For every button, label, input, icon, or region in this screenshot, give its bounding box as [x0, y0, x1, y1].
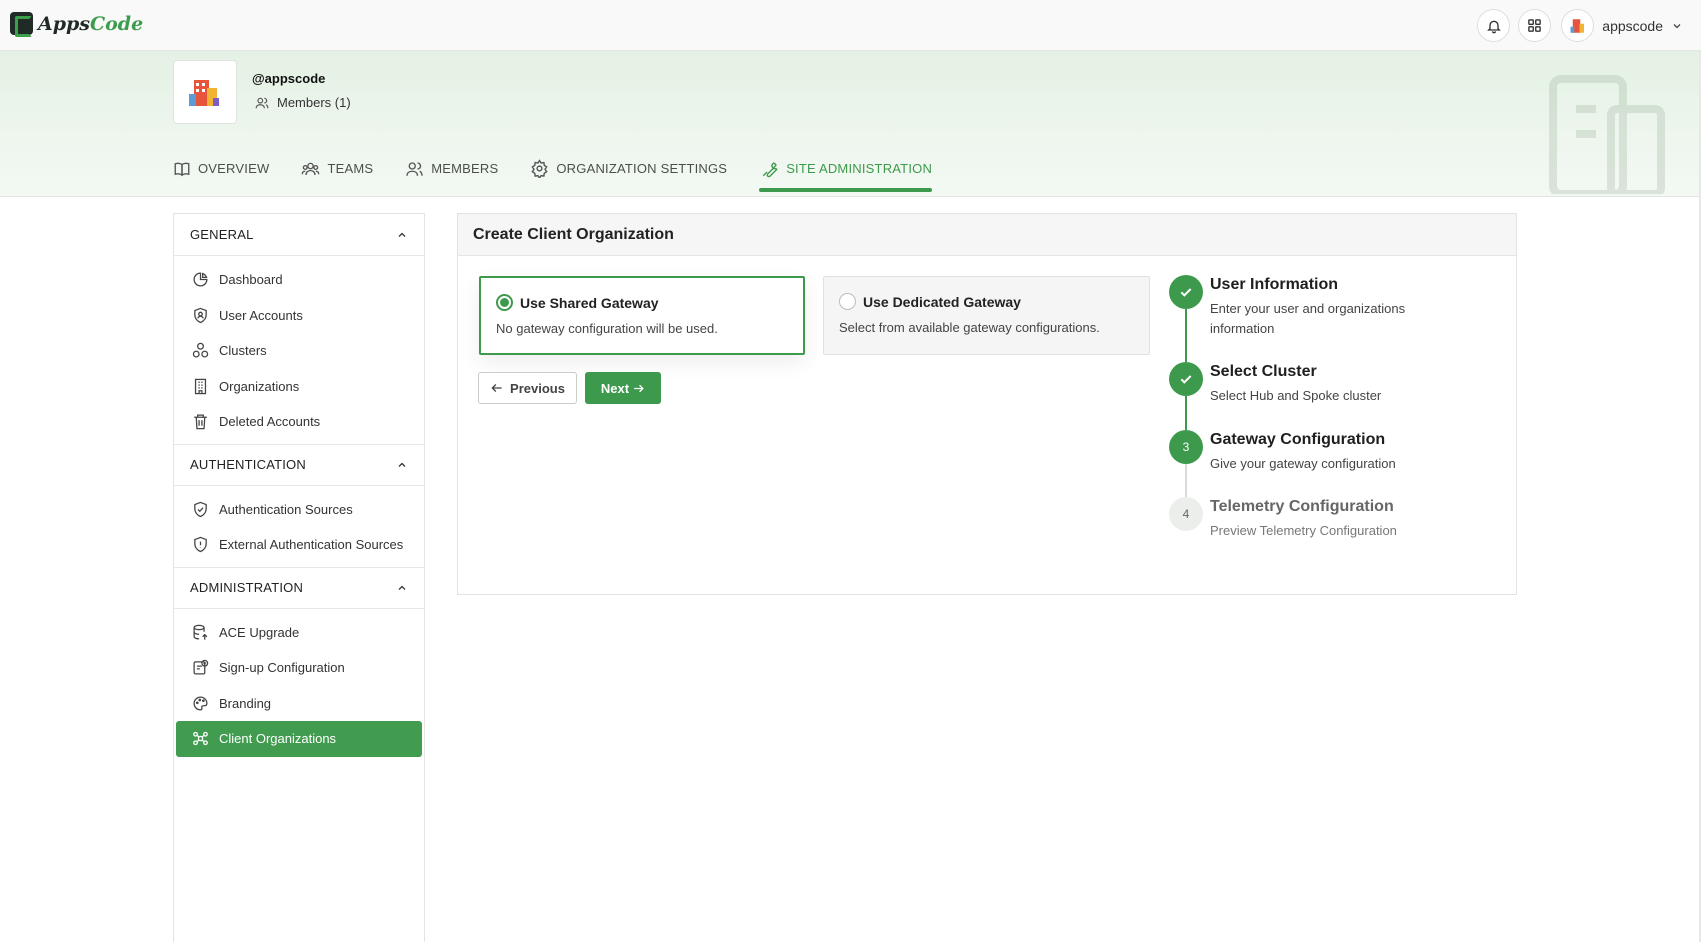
building-icon: [194, 378, 207, 394]
arrow-left-icon: [491, 384, 502, 392]
tab-teams[interactable]: TEAMS: [301, 145, 405, 192]
sidebar-item-deleted-accounts[interactable]: Deleted Accounts: [176, 404, 422, 440]
step-title: Telemetry Configuration: [1210, 498, 1394, 515]
clusters-icon: [192, 343, 209, 358]
user-name: appscode: [1602, 17, 1663, 34]
next-button[interactable]: Next: [585, 372, 661, 404]
step-title: Select Cluster: [1210, 363, 1317, 380]
step-done-dot: [1169, 362, 1203, 396]
user-menu[interactable]: appscode: [1561, 9, 1683, 42]
sidebar-item-branding[interactable]: Branding: [176, 686, 422, 722]
sidebar-item-sign-up-configuration[interactable]: Sign-up Configuration: [176, 650, 422, 686]
client-org-icon: [193, 732, 208, 746]
org-handle: @appscode: [252, 71, 326, 86]
create-client-org-card: Create Client Organization Use Shared Ga…: [457, 213, 1517, 595]
step-current-dot: 3: [1169, 430, 1203, 464]
org-avatar: [173, 60, 237, 124]
sidebar-item-organizations[interactable]: Organizations: [176, 369, 422, 405]
step-subtitle: Enter your user and organizations inform…: [1210, 301, 1406, 336]
previous-button[interactable]: Previous: [478, 372, 577, 404]
user-shield-icon: [194, 307, 207, 324]
check-icon: [1180, 288, 1192, 297]
step-gateway-configuration: 3 Gateway Configuration Give your gatewa…: [1169, 430, 1499, 497]
dedicated-gateway-desc: Select from available gateway configurat…: [839, 320, 1100, 335]
shield-check-icon: [194, 501, 207, 518]
step-pending-dot: 4: [1169, 497, 1203, 531]
step-title: User Information: [1210, 276, 1339, 293]
section-authentication-header[interactable]: AUTHENTICATION: [174, 443, 424, 486]
palette-icon: [193, 696, 208, 711]
tab-overview[interactable]: OVERVIEW: [173, 145, 301, 192]
step-subtitle: Preview Telemetry Configuration: [1210, 523, 1397, 538]
check-icon: [1180, 375, 1192, 384]
members-icon: [255, 97, 269, 108]
apps-grid-button[interactable]: [1518, 9, 1552, 42]
chevron-down-icon: [1673, 23, 1681, 28]
book-icon: [174, 162, 190, 176]
chevron-up-icon: [398, 585, 406, 590]
step-subtitle: Give your gateway configuration: [1210, 456, 1396, 471]
section-administration-header[interactable]: ADMINISTRATION: [174, 566, 424, 609]
step-telemetry-configuration: 4 Telemetry Configuration Preview Teleme…: [1169, 497, 1499, 565]
sidebar-item-external-authentication-sources[interactable]: External Authentication Sources: [176, 527, 422, 563]
shared-gateway-radio[interactable]: [496, 294, 513, 311]
building-avatar-icon: [1570, 18, 1584, 33]
step-subtitle: Select Hub and Spoke cluster: [1210, 388, 1382, 403]
step-user-information: User Information Enter your user and org…: [1169, 275, 1499, 362]
sidebar-item-ace-upgrade[interactable]: ACE Upgrade: [176, 615, 422, 651]
dedicated-gateway-option[interactable]: Use Dedicated Gateway Select from availa…: [823, 276, 1150, 355]
admin-sidebar: GENERAL Dashboard User Accounts Clusters…: [173, 213, 425, 942]
building-watermark-icon: [1549, 75, 1665, 194]
shared-gateway-option[interactable]: Use Shared Gateway No gateway configurat…: [479, 276, 805, 355]
tab-organization-settings[interactable]: ORGANIZATION SETTINGS: [530, 145, 759, 192]
top-bar: AppsCode appscode: [0, 0, 1701, 51]
org-members-link[interactable]: Members (1): [255, 95, 351, 110]
step-select-cluster: Select Cluster Select Hub and Spoke clus…: [1169, 362, 1499, 430]
trash-icon: [194, 414, 207, 430]
users-icon: [302, 162, 320, 175]
section-general-header[interactable]: GENERAL: [174, 214, 424, 256]
members-count: Members (1): [277, 95, 351, 110]
card-title: Create Client Organization: [458, 214, 1516, 256]
chevron-up-icon: [398, 232, 406, 237]
user-group-icon: [406, 161, 423, 176]
dedicated-gateway-title: Use Dedicated Gateway: [863, 293, 1021, 310]
org-header: @appscode Members (1) OVERVIEW TEAMS MEM…: [0, 51, 1701, 197]
sidebar-item-dashboard[interactable]: Dashboard: [176, 262, 422, 298]
org-tabs: OVERVIEW TEAMS MEMBERS ORGANIZATION SETT…: [173, 145, 932, 196]
gear-icon: [531, 159, 548, 178]
step-title: Gateway Configuration: [1210, 431, 1386, 448]
notifications-button[interactable]: [1477, 9, 1511, 42]
sidebar-item-clusters[interactable]: Clusters: [176, 333, 422, 369]
appscode-logo[interactable]: AppsCode: [10, 12, 144, 37]
database-upgrade-icon: [193, 624, 208, 640]
wizard-stepper: User Information Enter your user and org…: [1169, 275, 1499, 565]
building-avatar-icon: [189, 80, 219, 106]
shared-gateway-desc: No gateway configuration will be used.: [496, 321, 718, 336]
sidebar-item-authentication-sources[interactable]: Authentication Sources: [176, 492, 422, 528]
user-avatar: [1561, 9, 1595, 42]
form-check-icon: [193, 660, 209, 675]
step-done-dot: [1169, 275, 1203, 309]
grid-icon: [1528, 19, 1542, 32]
tab-site-administration[interactable]: SITE ADMINISTRATION: [759, 145, 932, 192]
logo-text: AppsCode: [38, 12, 144, 35]
bell-icon: [1486, 20, 1501, 33]
pie-chart-icon: [193, 272, 208, 287]
wrench-icon: [762, 161, 778, 177]
dedicated-gateway-radio[interactable]: [839, 293, 856, 310]
sidebar-item-client-organizations[interactable]: Client Organizations: [176, 721, 422, 757]
shared-gateway-title: Use Shared Gateway: [520, 294, 659, 311]
shield-icon: [194, 536, 207, 553]
chevron-up-icon: [398, 462, 406, 467]
logo-mark-icon: [10, 12, 33, 37]
sidebar-item-user-accounts[interactable]: User Accounts: [176, 298, 422, 334]
arrow-right-icon: [634, 384, 644, 392]
tab-members[interactable]: MEMBERS: [405, 145, 530, 192]
